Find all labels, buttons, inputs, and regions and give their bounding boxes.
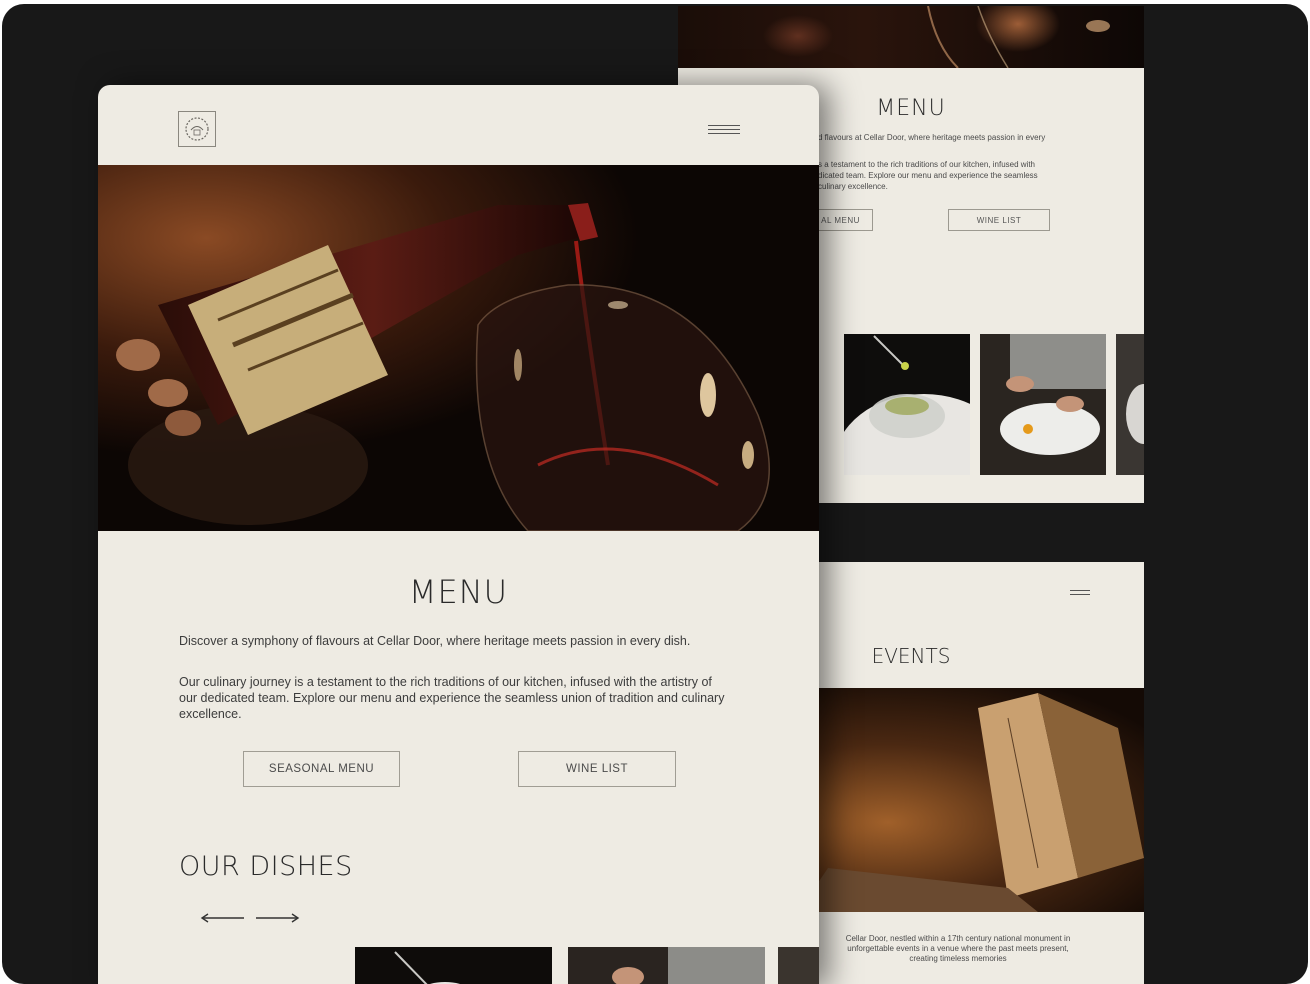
dish-image[interactable]: [844, 334, 970, 475]
menu-body: Our culinary journey is a testament to t…: [179, 675, 725, 721]
hamburger-menu-icon[interactable]: [708, 125, 740, 137]
wine-list-button[interactable]: WINE LIST: [948, 209, 1050, 231]
hero-image-strip: [678, 6, 1144, 69]
dish-image[interactable]: [568, 947, 765, 984]
seasonal-menu-button[interactable]: SEASONAL MENU: [243, 751, 400, 787]
dish-image[interactable]: [778, 947, 819, 984]
arrow-left-icon[interactable]: [200, 911, 246, 929]
wine-pour-hero-image: [98, 165, 819, 531]
arrow-right-icon[interactable]: [254, 911, 300, 929]
dish-image[interactable]: [355, 947, 552, 984]
dish-image[interactable]: [1116, 334, 1144, 475]
hamburger-menu-icon[interactable]: [1070, 590, 1090, 598]
dish-image[interactable]: [980, 334, 1106, 475]
dishes-title: OUR DISHES: [179, 851, 353, 882]
menu-intro: Discover a symphony of flavours at Cella…: [179, 634, 691, 648]
menu-body-line: s a testament to the rich traditions of …: [818, 160, 1035, 169]
device-frame: MENU d flavours at Cellar Door, where he…: [2, 4, 1308, 984]
wine-glass-image: [927, 6, 1110, 69]
events-description: Cellar Door, nestled within a 17th centu…: [845, 934, 1071, 963]
menu-body-line: culinary excellence.: [818, 182, 888, 191]
logo-icon[interactable]: [178, 111, 216, 147]
menu-title: MENU: [408, 573, 509, 611]
menu-intro: d flavours at Cellar Door, where heritag…: [818, 133, 1046, 142]
wine-list-button[interactable]: WINE LIST: [518, 751, 676, 787]
main-menu-page: MENU Discover a symphony of flavours at …: [98, 85, 819, 984]
menu-body-line: dicated team. Explore our menu and exper…: [818, 171, 1038, 180]
